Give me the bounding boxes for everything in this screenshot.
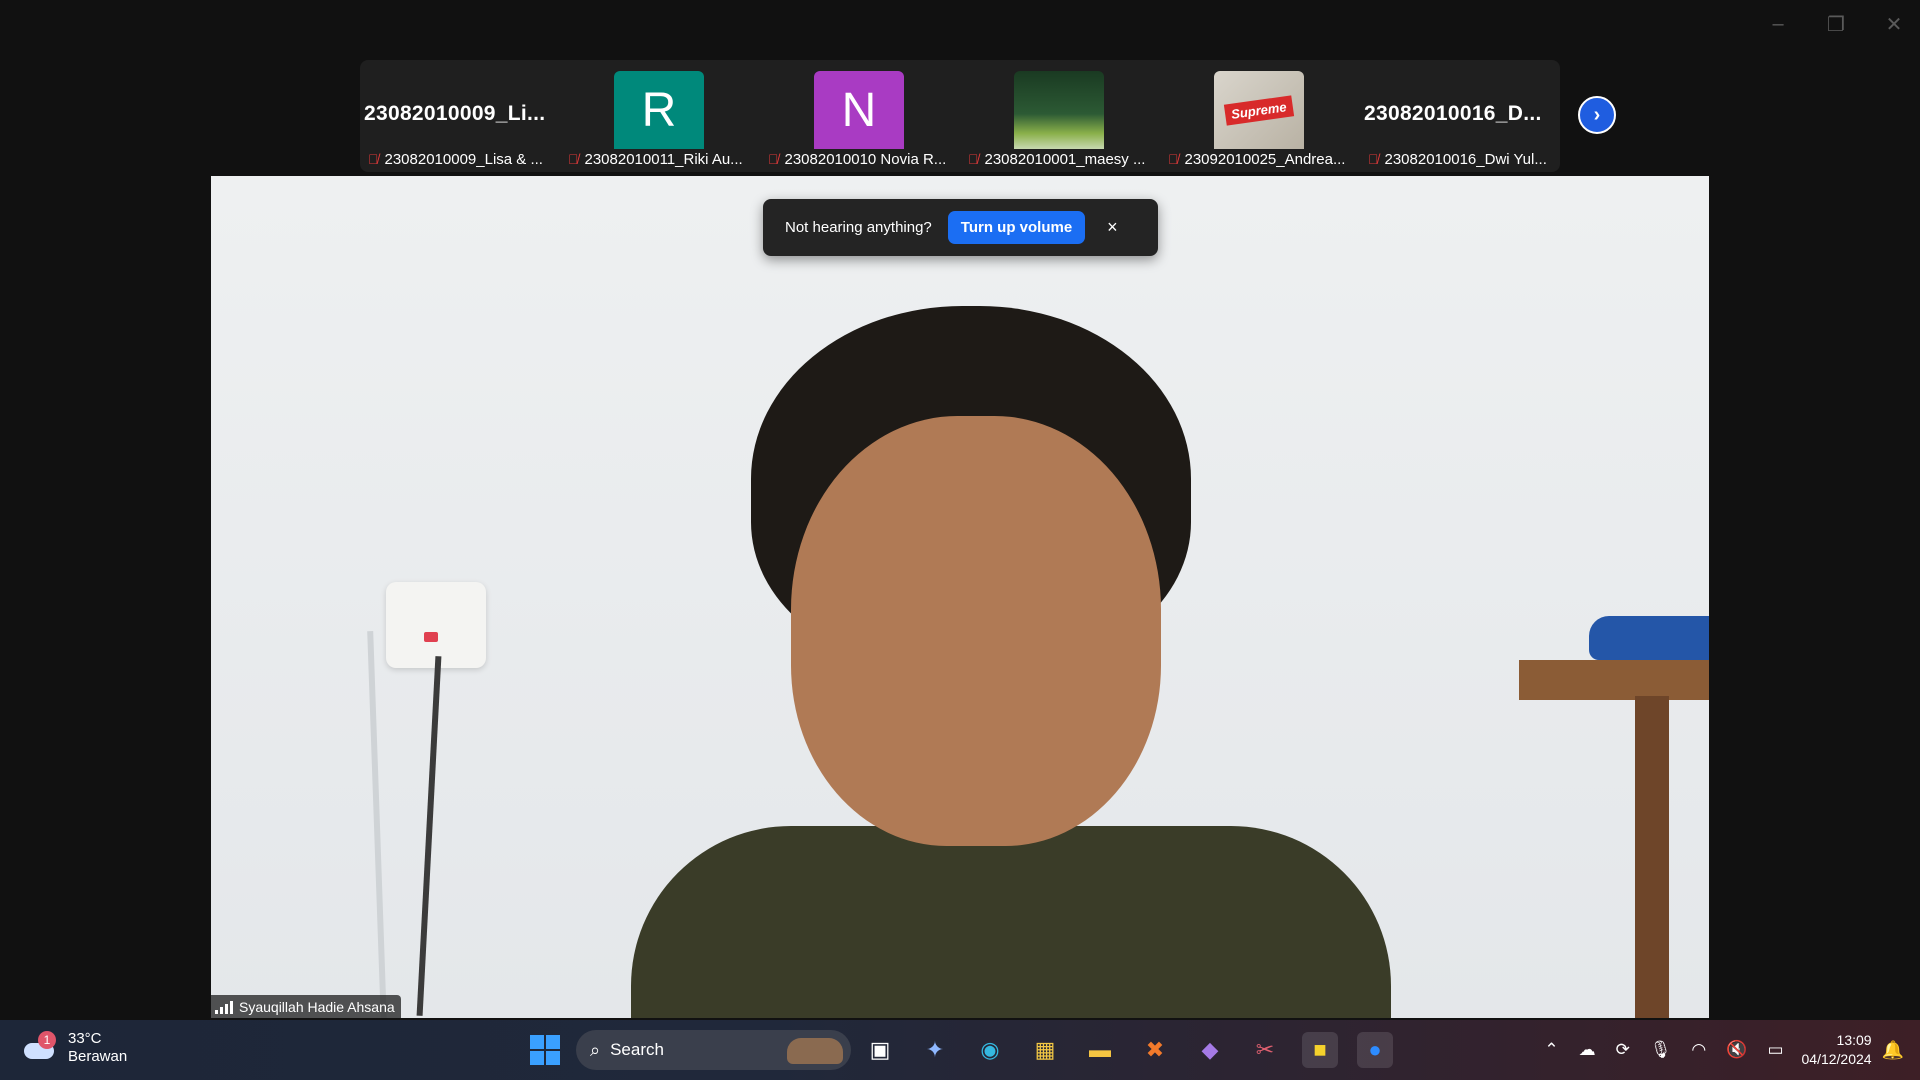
close-icon[interactable]: ✕	[1882, 12, 1906, 36]
next-page-button[interactable]: ›	[1578, 96, 1616, 134]
wifi-icon[interactable]: ◠	[1691, 1040, 1706, 1060]
notification-bell-icon[interactable]: 🔔	[1882, 1040, 1904, 1061]
clock[interactable]: 13:09 04/12/2024	[1802, 1031, 1872, 1069]
search-box[interactable]: ⌕ Search	[576, 1030, 851, 1070]
microphone-icon[interactable]: 🎙	[1650, 1040, 1672, 1060]
shelf	[1519, 660, 1709, 700]
zoom-icon[interactable]: ●	[1357, 1032, 1393, 1068]
participant-caption: 🎙̸ 23082010009_Lisa & ...	[360, 146, 556, 172]
speaker-name: Syauqillah Hadie Ahsana	[239, 998, 395, 1015]
search-label: Search	[610, 1040, 664, 1059]
weather-widget[interactable]: 1 33°C Berawan	[22, 1030, 127, 1066]
participant-video-thumbnail: Supreme	[1214, 71, 1304, 149]
audio-toast: Not hearing anything? Turn up volume ×	[763, 199, 1158, 256]
snipping-tool-icon[interactable]: ✂	[1247, 1032, 1283, 1068]
visual-studio-icon[interactable]: ◆	[1192, 1032, 1228, 1068]
notification-badge: 1	[38, 1031, 56, 1049]
battery-icon[interactable]: ▭	[1767, 1040, 1783, 1060]
sticky-notes-icon[interactable]: ■	[1302, 1032, 1338, 1068]
volume-muted-icon[interactable]: 🔇	[1726, 1040, 1747, 1060]
participant-big-name: 23082010009_Li...	[364, 102, 546, 125]
task-view-icon[interactable]: ▣	[862, 1032, 898, 1068]
participant-tile[interactable]: N 🎙̸ 23082010010 Novia R...	[760, 60, 958, 172]
signal-bars-icon	[215, 1000, 233, 1014]
participant-caption: 🎙̸ 23082010011_Riki Au...	[560, 146, 756, 172]
mic-muted-icon: 🎙̸	[568, 151, 579, 167]
participant-video-thumbnail	[1014, 71, 1104, 149]
participant-name: 23082010010 Novia R...	[784, 150, 947, 168]
clock-date: 04/12/2024	[1801, 1051, 1872, 1067]
participant-caption: 🎙̸ 23092010025_Andrea...	[1160, 146, 1356, 172]
taskbar: 1 33°C Berawan ⌕ Search ▣ ✦ ◉ ▦ ▬ ✖ ◆ ✂ …	[0, 1020, 1920, 1080]
file-explorer-icon[interactable]: ▬	[1082, 1032, 1118, 1068]
weather-desc: Berawan	[68, 1048, 128, 1065]
participant-strip: 23082010009_Li... 🎙̸ 23082010009_Lisa & .…	[360, 60, 1560, 172]
mic-muted-icon: 🎙̸	[368, 151, 379, 167]
participant-caption: 🎙̸ 23082010001_maesy ...	[960, 146, 1156, 172]
weather-temp: 33°C	[68, 1030, 102, 1047]
participant-tile[interactable]: R 🎙̸ 23082010011_Riki Au...	[560, 60, 758, 172]
mic-muted-icon: 🎙̸	[1168, 151, 1179, 167]
participant-avatar: N	[814, 71, 904, 149]
restore-icon[interactable]: ❐	[1824, 12, 1848, 36]
toast-message: Not hearing anything?	[785, 219, 932, 236]
wall-outlet	[386, 582, 486, 668]
participant-avatar: R	[614, 71, 704, 149]
participant-name: 23082010009_Lisa & ...	[384, 150, 543, 168]
system-tray: ⌃ ☁ ⟳ 🎙 ◠ 🔇 ▭ 13:09 04/12/2024 🔔	[1534, 1020, 1920, 1080]
clock-time: 13:09	[1836, 1032, 1872, 1048]
search-highlight-icon	[787, 1038, 843, 1064]
mic-muted-icon: 🎙̸	[1368, 151, 1379, 167]
participant-name: 23082010001_maesy ...	[984, 150, 1146, 168]
close-icon[interactable]: ×	[1107, 217, 1118, 238]
blue-object	[1589, 616, 1709, 660]
participant-tile[interactable]: 23082010009_Li... 🎙̸ 23082010009_Lisa & .…	[360, 60, 558, 172]
participant-name: 23092010025_Andrea...	[1184, 150, 1346, 168]
active-speaker-video	[211, 176, 1709, 1018]
copilot-icon[interactable]: ✦	[917, 1032, 953, 1068]
store-icon[interactable]: ▦	[1027, 1032, 1063, 1068]
edge-icon[interactable]: ◉	[972, 1032, 1008, 1068]
participant-tile[interactable]: Supreme 🎙̸ 23092010025_Andrea...	[1160, 60, 1358, 172]
participant-caption: 🎙̸ 23082010016_Dwi Yul...	[1360, 146, 1556, 172]
mic-muted-icon: 🎙̸	[968, 151, 979, 167]
xampp-icon[interactable]: ✖	[1137, 1032, 1173, 1068]
speaker-person	[631, 286, 1391, 1018]
participant-big-name: 23082010016_D...	[1364, 102, 1542, 125]
participant-name: 23082010011_Riki Au...	[584, 150, 743, 168]
shelf-leg	[1635, 696, 1669, 1018]
participant-tile[interactable]: 🎙̸ 23082010001_maesy ...	[960, 60, 1158, 172]
supreme-logo: Supreme	[1224, 94, 1294, 126]
onedrive-icon[interactable]: ☁	[1579, 1040, 1596, 1060]
turn-up-volume-button[interactable]: Turn up volume	[947, 211, 1086, 244]
chevron-up-icon[interactable]: ⌃	[1544, 1040, 1558, 1060]
cloud-icon: 1	[22, 1031, 58, 1063]
cable	[367, 631, 387, 1018]
speaker-name-label: Syauqillah Hadie Ahsana	[211, 995, 401, 1018]
mic-muted-icon: 🎙̸	[768, 151, 779, 167]
search-icon: ⌕	[590, 1039, 601, 1060]
start-icon[interactable]	[527, 1032, 563, 1068]
window-controls: – ❐ ✕	[1766, 12, 1906, 36]
chevron-right-icon: ›	[1593, 103, 1601, 126]
participant-caption: 🎙̸ 23082010010 Novia R...	[760, 146, 956, 172]
minimize-icon[interactable]: –	[1766, 12, 1790, 36]
participant-name: 23082010016_Dwi Yul...	[1384, 150, 1547, 168]
sync-icon[interactable]: ⟳	[1616, 1040, 1630, 1060]
participant-tile[interactable]: 23082010016_D... 🎙̸ 23082010016_Dwi Yul..…	[1360, 60, 1558, 172]
cable	[416, 656, 442, 1016]
